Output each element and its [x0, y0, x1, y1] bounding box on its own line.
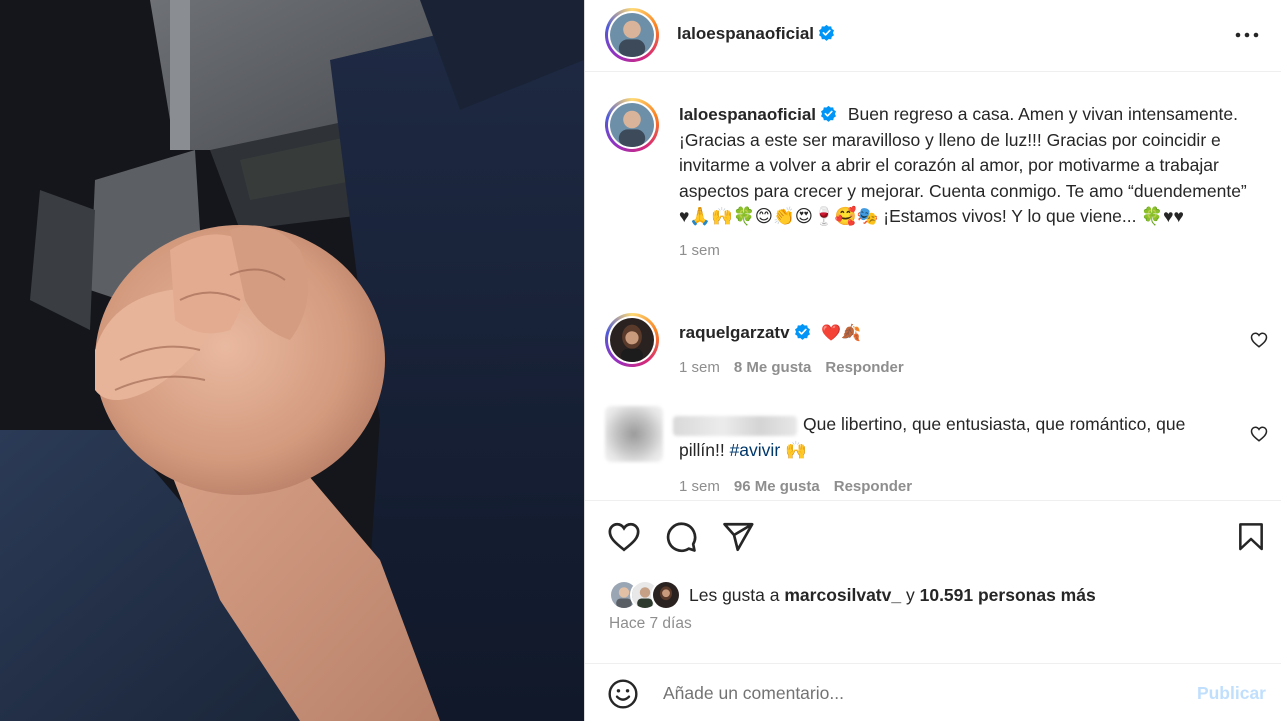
add-comment-bar: Publicar: [585, 663, 1281, 721]
post-header: laloespanaoficial: [585, 0, 1281, 72]
comment-meta: 1 sem 8 Me gusta Responder: [679, 359, 904, 376]
smiley-icon[interactable]: [607, 678, 639, 710]
bookmark-icon[interactable]: [1235, 520, 1267, 554]
comment-username[interactable]: raquelgarzatv: [679, 323, 790, 342]
caption-author-avatar[interactable]: [605, 98, 659, 152]
author-username[interactable]: laloespanaoficial: [677, 24, 814, 43]
comment-input[interactable]: [663, 678, 1163, 708]
post-photo[interactable]: [0, 0, 584, 721]
post-panel: laloespanaoficial laloespanaoficial Buen…: [584, 0, 1281, 721]
verified-badge-icon: [819, 24, 834, 41]
likes-user[interactable]: marcosilvatv_: [784, 585, 901, 606]
comment-avatar[interactable]: [605, 313, 659, 367]
post-caption: laloespanaoficial Buen regreso a casa. A…: [679, 102, 1249, 263]
reply-button[interactable]: Responder: [834, 478, 912, 495]
heart-outline-icon[interactable]: [1250, 331, 1268, 349]
divider: [585, 500, 1281, 501]
more-horizontal-icon[interactable]: [1234, 23, 1260, 47]
comment-likes[interactable]: 96 Me gusta: [734, 478, 820, 495]
publish-button[interactable]: Publicar: [1197, 683, 1266, 704]
comment-avatar-blurred[interactable]: [605, 406, 663, 462]
comment-text: ❤️🍂: [821, 323, 862, 342]
paper-plane-icon[interactable]: [721, 520, 755, 554]
hashtag-link[interactable]: #avivir: [730, 440, 781, 460]
comment-item: Que libertino, que entusiasta, que román…: [679, 412, 1219, 463]
comment-time: 1 sem: [679, 478, 720, 495]
likes-prefix: Les gusta a: [689, 584, 780, 605]
likes-connector: y: [905, 584, 915, 605]
comment-time: 1 sem: [679, 359, 720, 376]
heart-outline-icon[interactable]: [1250, 425, 1268, 443]
liker-avatars[interactable]: [609, 580, 683, 610]
likes-others[interactable]: 10.591 personas más: [920, 585, 1096, 606]
holding-hands-photo: [0, 0, 584, 721]
post-time[interactable]: Hace 7 días: [609, 615, 692, 633]
caption-time: 1 sem: [679, 241, 720, 259]
verified-badge-icon: [821, 105, 836, 122]
comment-emoji: 🙌: [780, 439, 807, 460]
verified-badge-icon: [794, 323, 810, 340]
comment-item: raquelgarzatv ❤️🍂: [679, 320, 861, 346]
author-avatar[interactable]: [605, 8, 659, 62]
reply-button[interactable]: Responder: [825, 359, 903, 376]
likes-summary: Les gusta a marcosilvatv_ y 10.591 perso…: [609, 579, 1096, 611]
comment-meta: 1 sem 96 Me gusta Responder: [679, 478, 912, 495]
heart-outline-icon[interactable]: [607, 520, 641, 554]
comment-bubble-icon[interactable]: [664, 520, 698, 554]
liker-avatar: [651, 580, 681, 610]
caption-author-username[interactable]: laloespanaoficial: [679, 105, 837, 124]
comment-likes[interactable]: 8 Me gusta: [734, 359, 812, 376]
